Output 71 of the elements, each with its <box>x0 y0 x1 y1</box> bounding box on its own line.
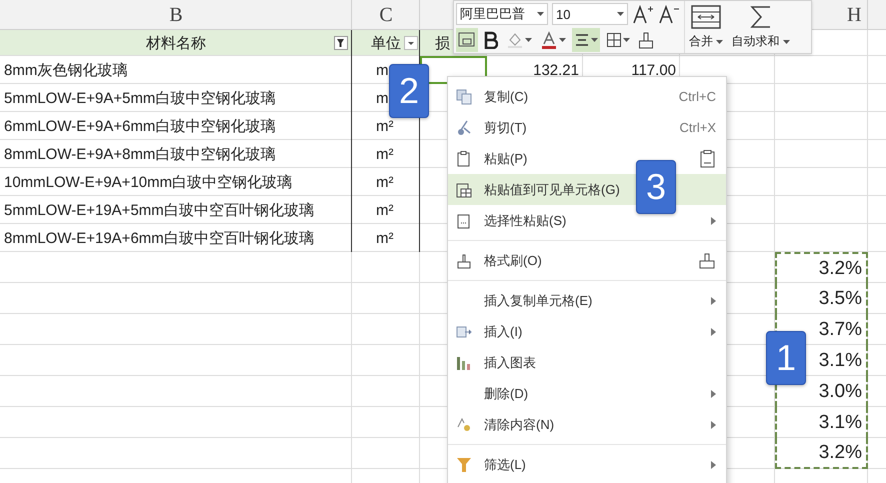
menu-item[interactable]: 插入(I) <box>448 316 726 347</box>
merge-button[interactable]: 合并 <box>685 1 728 53</box>
menu-item[interactable]: 插入图表 <box>448 347 726 378</box>
header-cell: 材料名称 <box>146 34 206 52</box>
table-cell: m² <box>376 118 394 134</box>
table-cell: m² <box>376 174 394 190</box>
table-cell: 10mmLOW-E+9A+10mm白玻中空钢化玻璃 <box>4 172 292 192</box>
table-cell: 8mmLOW-E+9A+8mm白玻中空钢化玻璃 <box>4 144 276 164</box>
caret-icon <box>591 38 598 42</box>
table-cell: m² <box>376 230 394 246</box>
sigma-icon <box>748 4 773 30</box>
table-cell: m <box>376 90 388 106</box>
bold-icon <box>484 31 498 49</box>
merge-cells-icon <box>691 4 722 30</box>
menu-item[interactable]: 复制(C) Ctrl+C <box>448 81 726 112</box>
clipboard-grid-icon <box>456 182 472 198</box>
table-cell: 6mmLOW-E+9A+6mm白玻中空钢化玻璃 <box>4 116 276 136</box>
caret-icon <box>537 12 544 16</box>
step-badge: 3 <box>636 160 676 214</box>
paste-values-button[interactable] <box>456 28 478 52</box>
funnel-icon <box>456 456 472 472</box>
menu-item[interactable]: 格式刷(O) <box>448 245 726 276</box>
align-center-button[interactable] <box>572 28 600 52</box>
paste-values-icon <box>700 150 716 168</box>
caret-icon <box>617 12 624 16</box>
caret-icon <box>782 40 790 45</box>
filter-icon[interactable] <box>334 36 348 50</box>
font-size-field[interactable]: 10 <box>552 3 628 25</box>
copy-icon <box>456 88 472 104</box>
step-badge: 2 <box>389 64 429 118</box>
dropdown-icon[interactable] <box>404 36 418 50</box>
column-header[interactable]: B <box>169 4 183 26</box>
paste-values-icon <box>458 32 476 48</box>
column-header[interactable]: C <box>379 4 393 26</box>
header-cell: 单位 <box>371 34 401 52</box>
font-color-icon <box>540 31 558 49</box>
table-cell: 132.21 <box>533 62 579 78</box>
menu-item[interactable]: 插入复制单元格(E) <box>448 285 726 316</box>
brush-icon <box>638 31 654 49</box>
table-cell: 117.00 <box>631 62 676 78</box>
bar-chart-icon <box>456 354 472 370</box>
increase-font-icon[interactable] <box>632 4 654 24</box>
table-cell: 5mmLOW-E+19A+5mm白玻中空百叶钢化玻璃 <box>4 200 314 220</box>
menu-item[interactable]: 筛选(L) <box>448 449 726 480</box>
menu-item[interactable]: 清除内容(N) <box>448 409 726 440</box>
brush-icon <box>456 252 472 268</box>
table-cell: m² <box>376 202 394 218</box>
caret-icon <box>716 40 724 45</box>
menu-item[interactable]: 剪切(T) Ctrl+X <box>448 112 726 143</box>
autosum-button[interactable]: 自动求和 <box>727 1 794 53</box>
clipboard-icon <box>456 150 472 166</box>
clipboard-icon <box>456 212 472 228</box>
decrease-font-icon[interactable] <box>658 4 680 24</box>
column-header[interactable]: H <box>847 4 862 26</box>
align-center-icon <box>574 32 590 48</box>
table-cell: m <box>376 62 388 78</box>
table-cell: 8mm灰色钢化玻璃 <box>4 60 128 80</box>
caret-icon <box>525 38 532 42</box>
font-name-field[interactable]: 阿里巴巴普 <box>456 3 548 25</box>
caret-icon <box>559 38 566 42</box>
insert-table-icon <box>456 324 472 340</box>
scissors-icon <box>456 120 472 136</box>
table-cell: 5mmLOW-E+9A+5mm白玻中空钢化玻璃 <box>4 88 276 108</box>
table-cell: 8mmLOW-E+19A+6mm白玻中空百叶钢化玻璃 <box>4 228 314 248</box>
caret-icon <box>623 38 630 42</box>
borders-icon <box>606 32 622 48</box>
menu-item[interactable]: 删除(D) <box>448 378 726 409</box>
step-badge: 1 <box>766 331 806 385</box>
table-cell: m² <box>376 146 394 162</box>
header-cell: 损 <box>435 34 450 52</box>
brush-icon <box>698 252 716 270</box>
